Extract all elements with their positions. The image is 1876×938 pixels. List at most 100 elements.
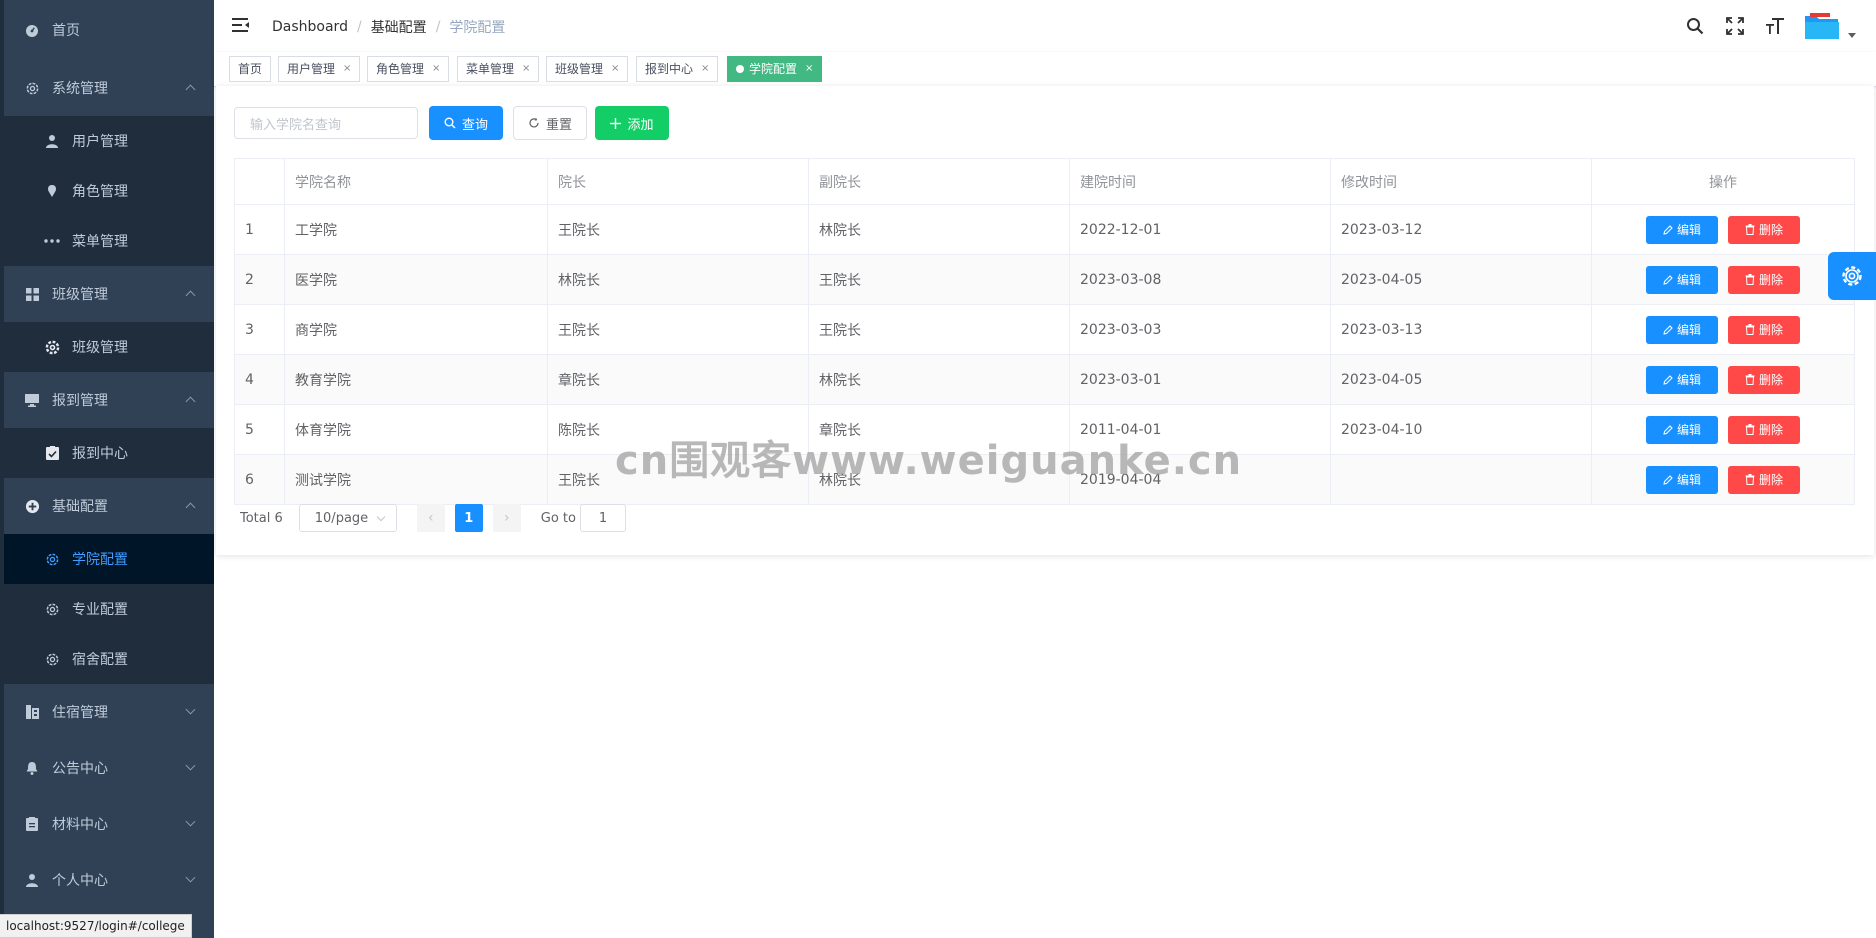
row-actions: 编辑 删除: [1646, 265, 1800, 294]
delete-button[interactable]: 删除: [1728, 465, 1800, 494]
submenu-class: 班级管理: [4, 322, 214, 372]
prev-page-button[interactable]: ‹: [416, 504, 445, 532]
cell-index: 5: [234, 404, 285, 455]
sidebar-item-role-manage[interactable]: 角色管理: [4, 166, 214, 216]
reset-button[interactable]: 重置: [513, 106, 587, 140]
sidebar-item-college-config[interactable]: 学院配置: [4, 534, 214, 584]
page-number-current[interactable]: 1: [454, 504, 483, 532]
browser-status-bar: localhost:9527/login#/college: [0, 914, 192, 938]
chevron-down-icon: [185, 816, 196, 827]
close-icon[interactable]: ×: [432, 56, 440, 82]
close-icon[interactable]: ×: [611, 56, 619, 82]
delete-label: 删除: [1758, 273, 1783, 287]
breadcrumb-separator: /: [435, 19, 441, 35]
sidebar-item-label: 住宿管理: [52, 705, 108, 721]
tag-home[interactable]: 首页: [229, 56, 272, 82]
fullscreen-icon[interactable]: [1724, 15, 1746, 37]
cell-college-name: 体育学院: [284, 404, 548, 455]
delete-label: 删除: [1758, 323, 1783, 337]
breadcrumb-basic-config[interactable]: 基础配置: [371, 17, 427, 37]
close-icon[interactable]: ×: [343, 56, 351, 82]
edit-button[interactable]: 编辑: [1646, 365, 1718, 394]
cell-modified: [1330, 454, 1592, 505]
goto-page-input[interactable]: 1: [579, 504, 626, 532]
edit-button[interactable]: 编辑: [1646, 265, 1718, 294]
tag-checkin-center[interactable]: 报到中心 ×: [636, 56, 719, 82]
edit-label: 编辑: [1676, 373, 1701, 387]
hamburger-icon[interactable]: [232, 17, 250, 35]
sidebar-item-checkin[interactable]: 报到管理: [4, 372, 214, 428]
peoples-icon: [44, 183, 60, 199]
edit-button[interactable]: 编辑: [1646, 415, 1718, 444]
sidebar-item-materials[interactable]: 材料中心: [4, 796, 214, 852]
delete-button[interactable]: 删除: [1728, 265, 1800, 294]
font-size-icon[interactable]: [1764, 15, 1786, 37]
breadcrumb-dashboard[interactable]: Dashboard: [272, 19, 348, 35]
trash-icon: [1745, 374, 1755, 385]
row-actions: 编辑 删除: [1646, 465, 1800, 494]
cell-actions: 编辑 删除: [1591, 354, 1855, 405]
tag-user-manage[interactable]: 用户管理 ×: [278, 56, 361, 82]
sidebar-item-checkin-center[interactable]: 报到中心: [4, 428, 214, 478]
college-search-input[interactable]: 输入学院名查询: [234, 107, 418, 139]
row-actions: 编辑 删除: [1646, 415, 1800, 444]
edit-button[interactable]: 编辑: [1646, 215, 1718, 244]
delete-button[interactable]: 删除: [1728, 415, 1800, 444]
cell-actions: 编辑 删除: [1591, 304, 1855, 355]
breadcrumb: Dashboard / 基础配置 / 学院配置: [272, 17, 505, 37]
query-button[interactable]: 查询: [429, 106, 503, 140]
caret-down-icon[interactable]: [1848, 32, 1856, 38]
tag-menu-manage[interactable]: 菜单管理 ×: [457, 56, 540, 82]
sidebar-item-user-manage[interactable]: 用户管理: [4, 116, 214, 166]
avatar[interactable]: [1804, 12, 1840, 40]
page-size-select[interactable]: 10/page: [298, 504, 397, 532]
sidebar-item-home[interactable]: 首页: [4, 0, 214, 60]
table-header-row: 学院名称 院长 副院长 建院时间 修改时间 操作: [234, 158, 1855, 205]
close-icon[interactable]: ×: [522, 56, 530, 82]
cell-modified: 2023-04-05: [1330, 354, 1592, 405]
chevron-down-icon: [376, 512, 386, 522]
add-button[interactable]: 添加: [595, 106, 669, 140]
add-circle-icon: [24, 498, 40, 514]
chevron-down-icon: [185, 760, 196, 771]
navbar-tools: [1684, 12, 1856, 40]
sidebar-item-notice[interactable]: 公告中心: [4, 740, 214, 796]
delete-button[interactable]: 删除: [1728, 315, 1800, 344]
tag-label: 菜单管理: [466, 62, 515, 76]
close-icon[interactable]: ×: [805, 56, 813, 82]
cell-actions: 编辑 删除: [1591, 204, 1855, 255]
sidebar-item-dorm-config[interactable]: 宿舍配置: [4, 634, 214, 684]
cell-college-name: 测试学院: [284, 454, 548, 505]
sidebar-item-lodging[interactable]: 住宿管理: [4, 684, 214, 740]
submenu-system: 用户管理 角色管理 菜单管理: [4, 116, 214, 266]
sidebar-item-basic-config[interactable]: 基础配置: [4, 478, 214, 534]
edit-icon: [1663, 474, 1673, 485]
cell-vice-dean: 王院长: [808, 254, 1070, 305]
query-label: 查询: [461, 117, 488, 133]
reset-label: 重置: [545, 117, 572, 133]
navbar: Dashboard / 基础配置 / 学院配置: [214, 0, 1876, 52]
delete-button[interactable]: 删除: [1728, 365, 1800, 394]
settings-drawer-button[interactable]: [1828, 252, 1876, 300]
sidebar-item-label: 班级管理: [52, 287, 108, 303]
sidebar-item-class-manage[interactable]: 班级管理: [4, 322, 214, 372]
tag-college-config[interactable]: 学院配置 ×: [727, 56, 823, 82]
edit-button[interactable]: 编辑: [1646, 315, 1718, 344]
sidebar-item-menu-manage[interactable]: 菜单管理: [4, 216, 214, 266]
sidebar-item-major-config[interactable]: 专业配置: [4, 584, 214, 634]
sidebar-item-profile[interactable]: 个人中心: [4, 852, 214, 908]
next-page-button[interactable]: ›: [492, 504, 521, 532]
search-icon[interactable]: [1684, 15, 1706, 37]
pagination: Total 6 10/page ‹ 1 › Go to 1: [240, 504, 626, 532]
delete-button[interactable]: 删除: [1728, 215, 1800, 244]
close-icon[interactable]: ×: [701, 56, 709, 82]
sidebar-item-label: 用户管理: [72, 134, 128, 150]
tag-role-manage[interactable]: 角色管理 ×: [367, 56, 450, 82]
tag-class-manage[interactable]: 班级管理 ×: [546, 56, 629, 82]
sidebar-item-system[interactable]: 系统管理: [4, 60, 214, 116]
cell-founded: 2023-03-01: [1069, 354, 1331, 405]
chevron-up-icon: [185, 290, 196, 301]
sidebar-item-class[interactable]: 班级管理: [4, 266, 214, 322]
gear-icon: [24, 80, 40, 96]
edit-button[interactable]: 编辑: [1646, 465, 1718, 494]
